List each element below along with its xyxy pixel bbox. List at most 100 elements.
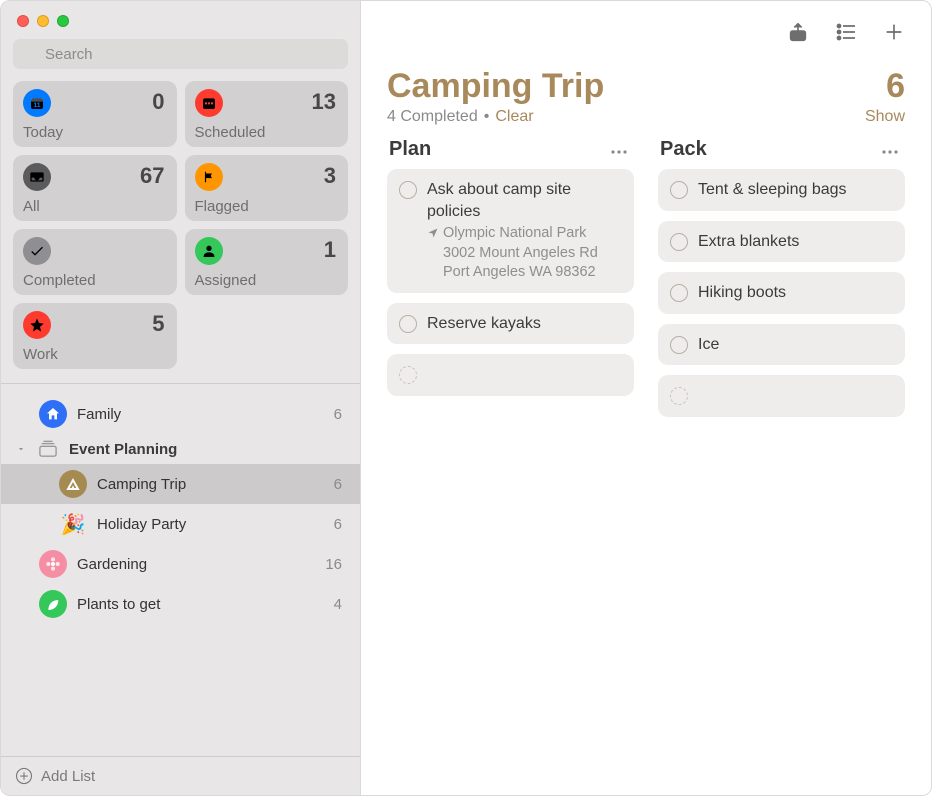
new-reminder-placeholder[interactable] (387, 354, 634, 396)
list-name: Gardening (77, 556, 315, 573)
todo-circle[interactable] (670, 336, 688, 354)
reminder-item[interactable]: Ask about camp site policies Olympic Nat… (387, 169, 634, 293)
list-count: 4 (334, 596, 342, 613)
share-icon (787, 21, 809, 43)
page-title: Camping Trip (387, 67, 604, 106)
smart-list-label: All (23, 198, 165, 215)
view-options-button[interactable] (831, 19, 861, 45)
todo-circle[interactable] (399, 315, 417, 333)
tray-icon (23, 163, 51, 191)
clear-completed-button[interactable]: Clear (495, 108, 533, 126)
smart-list-count: 13 (312, 89, 336, 115)
list-name: Camping Trip (97, 476, 324, 493)
todo-circle[interactable] (670, 181, 688, 199)
sidebar-list-camping-trip[interactable]: Camping Trip 6 (1, 464, 360, 504)
chevron-down-icon[interactable] (15, 444, 27, 454)
column-header: Plan (387, 136, 634, 169)
todo-circle[interactable] (670, 284, 688, 302)
check-icon (23, 237, 51, 265)
list-name: Holiday Party (97, 516, 324, 533)
list-count: 6 (334, 406, 342, 423)
column-more-button[interactable] (881, 139, 899, 160)
page-count: 6 (886, 67, 905, 106)
party-icon: 🎉 (59, 510, 87, 538)
reminder-title: Reserve kayaks (427, 313, 622, 335)
smart-list-count: 5 (152, 311, 164, 337)
reminder-title: Ask about camp site policies (427, 179, 622, 222)
share-button[interactable] (783, 19, 813, 45)
sidebar-list-plants[interactable]: Plants to get 4 (1, 584, 360, 624)
ellipsis-icon (610, 149, 628, 155)
plus-circle-icon (15, 767, 33, 785)
sidebar-group-event-planning[interactable]: Event Planning (1, 434, 360, 464)
subheader: 4 Completed • Clear Show (361, 106, 931, 136)
list-bullet-icon (834, 22, 858, 42)
list-header: Camping Trip 6 (361, 53, 931, 106)
sidebar-list-gardening[interactable]: Gardening 16 (1, 544, 360, 584)
reminder-item[interactable]: Tent & sleeping bags (658, 169, 905, 211)
calendar-today-icon: 11 (23, 89, 51, 117)
add-list-button[interactable]: Add List (1, 756, 360, 795)
reminder-item[interactable]: Ice (658, 324, 905, 366)
svg-text:11: 11 (33, 102, 40, 109)
sidebar-list-holiday-party[interactable]: 🎉 Holiday Party 6 (1, 504, 360, 544)
add-list-label: Add List (41, 768, 95, 785)
reminder-title: Hiking boots (698, 282, 893, 304)
smart-list-count: 3 (324, 163, 336, 189)
list-count: 16 (325, 556, 342, 573)
flower-icon (39, 550, 67, 578)
column-title: Plan (389, 138, 431, 161)
list-name: Plants to get (77, 596, 324, 613)
my-lists: Family 6 Event Planning (1, 390, 360, 756)
close-window-button[interactable] (17, 15, 29, 27)
group-stack-icon (37, 440, 59, 458)
leaf-icon (39, 590, 67, 618)
minimize-window-button[interactable] (37, 15, 49, 27)
list-count: 6 (334, 476, 342, 493)
smart-list-all[interactable]: 67 All (13, 155, 177, 221)
smart-list-label: Scheduled (195, 124, 337, 141)
house-icon (39, 400, 67, 428)
new-reminder-placeholder[interactable] (658, 375, 905, 417)
smart-list-label: Today (23, 124, 165, 141)
list-name: Family (77, 406, 324, 423)
show-completed-button[interactable]: Show (865, 108, 905, 126)
todo-circle-placeholder (399, 366, 417, 384)
search-input[interactable] (45, 39, 340, 69)
separator-dot: • (484, 108, 490, 126)
calendar-icon (195, 89, 223, 117)
reminder-item[interactable]: Extra blankets (658, 221, 905, 263)
smart-list-flagged[interactable]: 3 Flagged (185, 155, 349, 221)
todo-circle[interactable] (399, 181, 417, 199)
zoom-window-button[interactable] (57, 15, 69, 27)
plus-icon (883, 21, 905, 43)
smart-list-completed[interactable]: Completed (13, 229, 177, 295)
reminder-title: Extra blankets (698, 231, 893, 253)
todo-circle[interactable] (670, 233, 688, 251)
person-icon (195, 237, 223, 265)
new-reminder-button[interactable] (879, 19, 909, 45)
reminder-item[interactable]: Reserve kayaks (387, 303, 634, 345)
search-wrapper (1, 35, 360, 81)
app-window: 11 0 Today 13 Scheduled (0, 0, 932, 796)
toolbar (361, 1, 931, 53)
column-title: Pack (660, 138, 707, 161)
column-header: Pack (658, 136, 905, 169)
reminder-title: Tent & sleeping bags (698, 179, 893, 201)
flag-icon (195, 163, 223, 191)
reminder-item[interactable]: Hiking boots (658, 272, 905, 314)
sidebar-list-family[interactable]: Family 6 (1, 394, 360, 434)
reminder-title: Ice (698, 334, 893, 356)
smart-list-count: 1 (324, 237, 336, 263)
ellipsis-icon (881, 149, 899, 155)
smart-list-count: 0 (152, 89, 164, 115)
smart-list-work[interactable]: 5 Work (13, 303, 177, 369)
smart-list-assigned[interactable]: 1 Assigned (185, 229, 349, 295)
smart-list-label: Completed (23, 272, 165, 289)
columns: Plan Ask about camp site policies Olympi… (361, 136, 931, 427)
column-more-button[interactable] (610, 139, 628, 160)
smart-list-today[interactable]: 11 0 Today (13, 81, 177, 147)
reminder-location-line1: 3002 Mount Angeles Rd (443, 244, 598, 264)
smart-list-scheduled[interactable]: 13 Scheduled (185, 81, 349, 147)
smart-list-label: Work (23, 346, 165, 363)
